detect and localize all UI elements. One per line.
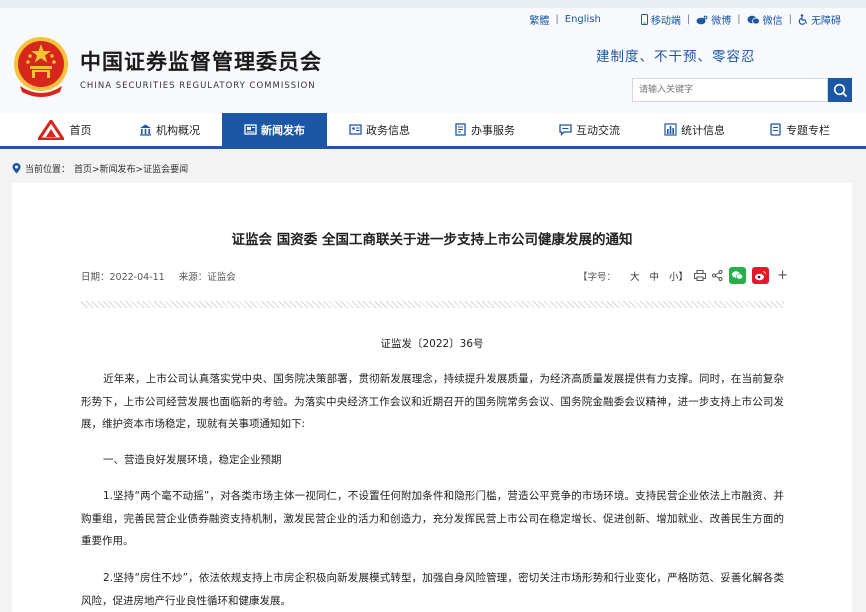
article-paragraph: 2.坚持“房住不炒”，依法依规支持上市房企积极向新发展模式转型，加强自身风险管理… — [81, 567, 784, 612]
wechat-icon — [747, 15, 760, 24]
site-header: 繁體 | English 移动端 | 微博 | 微信 | 无障碍 中国证券监督管… — [0, 0, 866, 113]
article-card: 证监会 国资委 全国工商联关于进一步支持上市公司健康发展的通知 日期：2022-… — [12, 183, 852, 612]
wechat-label: 微信 — [762, 16, 783, 27]
building-icon — [140, 124, 151, 136]
article-paragraph: 近年来，上市公司认真落实党中央、国务院决策部署，贯彻新发展理念，持续提升发展质量… — [81, 368, 784, 436]
separator: | — [555, 14, 559, 25]
nav-item-label: 首页 — [69, 123, 92, 137]
paragraph-text: 一、营造良好发展环境，稳定企业预期 — [103, 454, 282, 466]
phone-icon — [640, 14, 648, 25]
site-title[interactable]: 中国证券监督管理委员会 — [80, 46, 322, 76]
mobile-label: 移动端 — [650, 16, 681, 27]
breadcrumb-prefix: 当前位置： — [25, 165, 71, 175]
document-number: 证监发〔2022〕36号 — [380, 338, 484, 350]
accessibility-icon — [798, 14, 808, 25]
separator: | — [686, 14, 691, 25]
nav-item-label: 办事服务 — [471, 123, 515, 137]
section-heading: 一、营造良好发展环境，稳定企业预期 — [81, 449, 784, 472]
more-share-button[interactable]: + — [777, 268, 788, 283]
nav-item-label: 政务信息 — [366, 123, 410, 137]
nav-item-label: 统计信息 — [681, 123, 725, 137]
search-icon — [833, 83, 847, 97]
nav-items: 首页 机构概况 新闻发布 政务信息 办事服务 互动交流 统计信息 专题专栏 — [12, 113, 852, 146]
site-subtitle: CHINA SECURITIES REGULATORY COMMISSION — [80, 81, 316, 91]
traditional-chinese-link[interactable]: 繁體 — [529, 12, 549, 27]
weibo-share-icon[interactable] — [752, 267, 770, 284]
slogan: 建制度、不干预、零容忍 — [596, 49, 756, 65]
font-small-button[interactable]: 小】 — [669, 269, 688, 283]
breadcrumb-path[interactable]: 首页>新闻发布>证监会要闻 — [74, 162, 188, 175]
divider — [81, 301, 784, 308]
paragraph-text: 近年来，上市公司认真落实党中央、国务院决策部署，贯彻新发展理念，持续提升发展质量… — [81, 373, 784, 430]
nav-item-statistics[interactable]: 统计信息 — [642, 113, 747, 146]
wechat-link[interactable]: 微信 — [747, 12, 783, 27]
weibo-link[interactable]: 微博 — [696, 12, 731, 27]
separator: | — [788, 14, 792, 25]
article-tools: 【字号： 大 中 小】 + — [578, 267, 788, 284]
share-icon[interactable] — [712, 270, 723, 281]
article-source: 来源：证监会 — [178, 272, 236, 283]
home-logo-icon — [37, 119, 64, 140]
weibo-icon — [696, 15, 708, 24]
article-date: 日期：2022-04-11 — [81, 272, 165, 283]
nav-item-news[interactable]: 新闻发布 — [222, 113, 327, 146]
chat-icon — [559, 124, 572, 136]
nav-item-interaction[interactable]: 互动交流 — [537, 113, 642, 146]
nav-item-label: 新闻发布 — [261, 123, 305, 137]
national-emblem-icon[interactable] — [12, 34, 70, 98]
paragraph-text: 1.坚持“两个毫不动摇”，对各类市场主体一视同仁，不设置任何附加条件和隐形门槛，… — [81, 490, 784, 547]
mobile-link[interactable]: 移动端 — [640, 12, 681, 27]
info-card-icon — [349, 124, 362, 135]
location-pin-icon — [12, 163, 21, 174]
main-nav: 首页 机构概况 新闻发布 政务信息 办事服务 互动交流 统计信息 专题专栏 — [0, 113, 866, 149]
news-icon — [244, 124, 257, 135]
bar-chart-icon — [664, 123, 677, 136]
accessibility-link[interactable]: 无障碍 — [798, 12, 841, 27]
font-size-label: 【字号： — [578, 271, 617, 283]
nav-item-label: 机构概况 — [156, 123, 200, 137]
nav-item-gov-info[interactable]: 政务信息 — [327, 113, 432, 146]
article-meta: 日期：2022-04-11 来源：证监会 — [81, 269, 236, 283]
print-icon[interactable] — [694, 270, 707, 281]
weibo-label: 微博 — [711, 16, 732, 27]
search-button[interactable] — [828, 78, 852, 102]
top-links: 繁體 | English 移动端 | 微博 | 微信 | 无障碍 — [529, 12, 841, 27]
page: 繁體 | English 移动端 | 微博 | 微信 | 无障碍 中国证券监督管… — [0, 0, 866, 612]
paragraph-text: 2.坚持“房住不炒”，依法依规支持上市房企积极向新发展模式转型，加强自身风险管理… — [81, 572, 784, 607]
nav-item-home[interactable]: 首页 — [12, 113, 117, 146]
search-input[interactable] — [632, 78, 828, 102]
document-icon — [455, 123, 466, 136]
english-link[interactable]: English — [565, 14, 601, 25]
separator: | — [737, 14, 741, 25]
nav-item-label: 专题专栏 — [786, 123, 830, 137]
nav-item-about[interactable]: 机构概况 — [117, 113, 222, 146]
article-title: 证监会 国资委 全国工商联关于进一步支持上市公司健康发展的通知 — [231, 232, 633, 248]
wechat-share-icon[interactable] — [729, 267, 747, 284]
bookmark-icon — [770, 123, 781, 136]
nav-item-special[interactable]: 专题专栏 — [747, 113, 852, 146]
nav-item-services[interactable]: 办事服务 — [432, 113, 537, 146]
article-paragraph: 1.坚持“两个毫不动摇”，对各类市场主体一视同仁，不设置任何附加条件和隐形门槛，… — [81, 485, 784, 553]
nav-item-label: 互动交流 — [576, 123, 620, 137]
font-large-button[interactable]: 大 — [630, 269, 640, 283]
breadcrumb: 当前位置： 首页>新闻发布>证监会要闻 — [12, 162, 188, 175]
accessibility-label: 无障碍 — [811, 16, 841, 27]
font-medium-button[interactable]: 中 — [650, 269, 660, 283]
